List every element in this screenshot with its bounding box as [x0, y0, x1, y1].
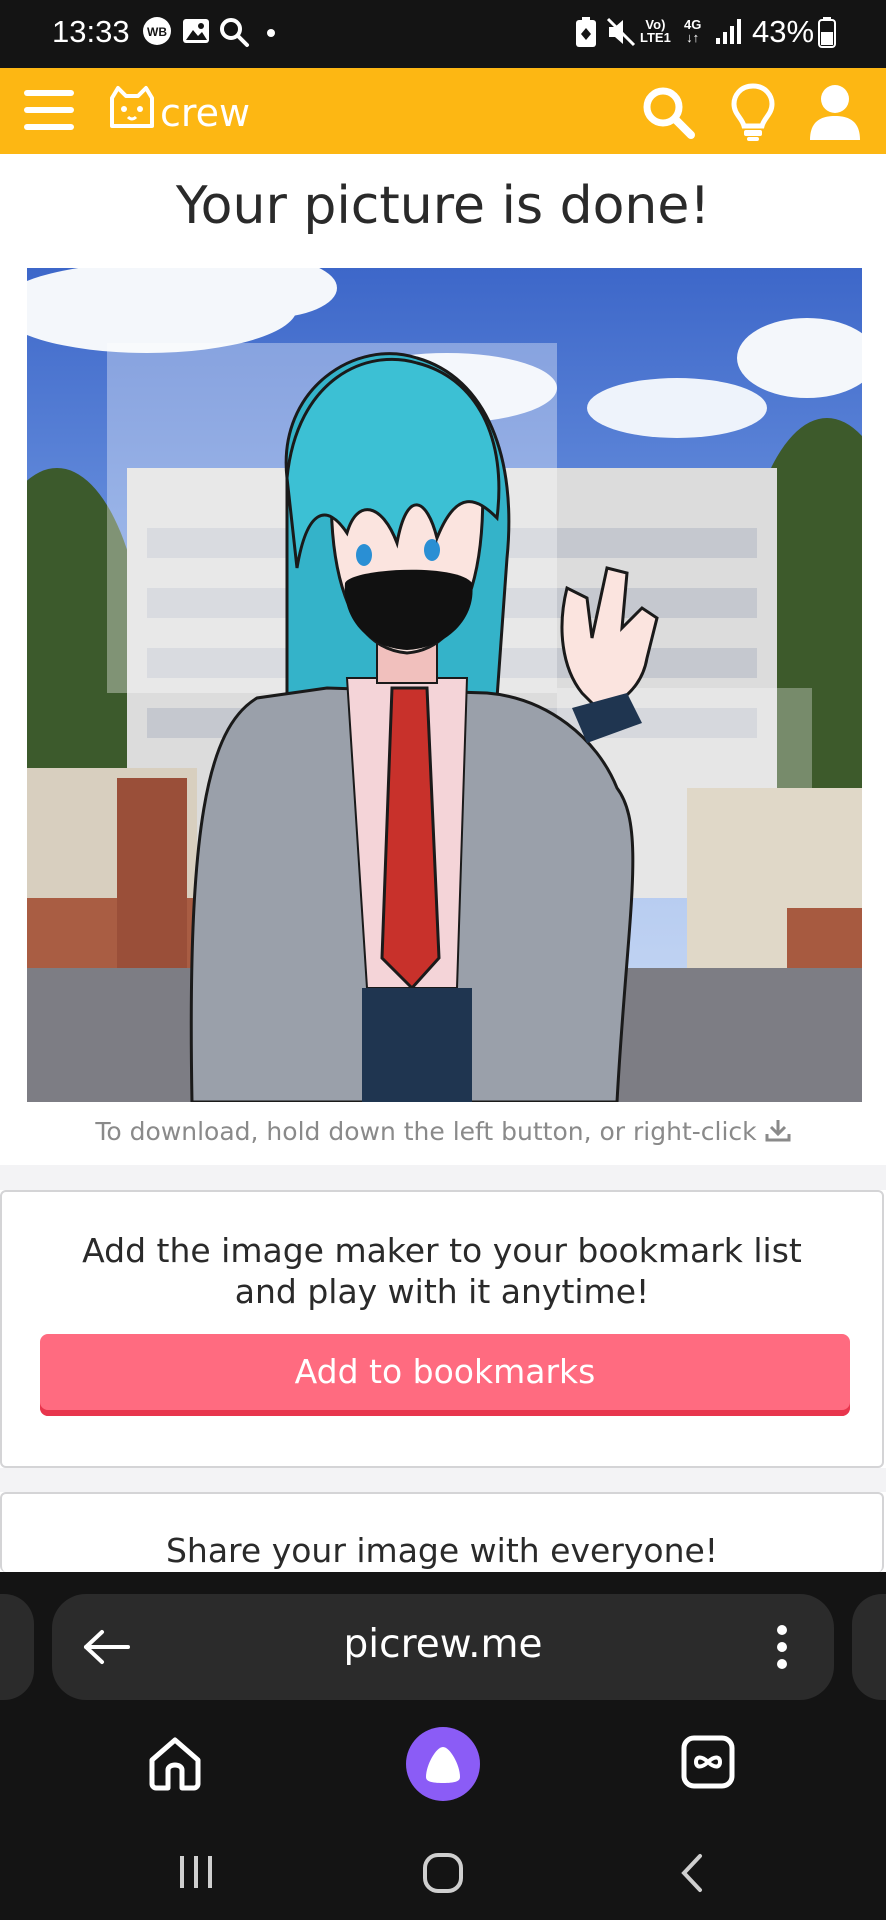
url-bar[interactable]: picrew.me: [52, 1594, 834, 1700]
lightbulb-icon[interactable]: [730, 82, 776, 142]
volte-indicator: Vo) LTE1: [640, 17, 671, 45]
bookmark-text-line1: Add the image maker to your bookmark lis…: [82, 1231, 802, 1270]
wb-icon: WB: [143, 17, 171, 45]
download-hint: To download, hold down the left button, …: [0, 1117, 886, 1146]
svg-text:crew: crew: [160, 91, 250, 135]
home-icon[interactable]: [146, 1734, 204, 1792]
page-title: Your picture is done!: [175, 176, 711, 236]
battery-saver-icon: [576, 17, 596, 47]
battery-percent: 43%: [752, 14, 815, 49]
status-time: 13:33: [52, 14, 130, 49]
search-icon[interactable]: [640, 84, 696, 140]
user-icon[interactable]: [808, 82, 862, 142]
bookmark-text-line2: and play with it anytime!: [234, 1272, 650, 1311]
download-icon: [765, 1120, 791, 1142]
home-circle-icon[interactable]: [422, 1852, 464, 1894]
next-tab-peek[interactable]: [852, 1594, 886, 1700]
more-vertical-icon[interactable]: [776, 1624, 788, 1670]
previous-tab-peek[interactable]: [0, 1594, 34, 1700]
generated-picture[interactable]: [27, 268, 862, 1102]
4g-indicator: 4G ↓↑: [684, 17, 702, 45]
mute-icon: [606, 17, 636, 47]
svg-text:WB: WB: [147, 25, 167, 39]
assistant-button[interactable]: [406, 1727, 480, 1801]
back-chevron-icon[interactable]: [676, 1852, 706, 1894]
section-divider: [0, 1468, 886, 1492]
picrew-logo[interactable]: crew: [104, 82, 278, 140]
add-to-bookmarks-button[interactable]: Add to bookmarks: [40, 1334, 850, 1416]
share-text: Share your image with everyone!: [165, 1531, 719, 1570]
assistant-icon: [426, 1747, 460, 1783]
bookmark-card: Add the image maker to your bookmark lis…: [0, 1190, 884, 1468]
gallery-icon: [183, 19, 209, 43]
battery-icon: [818, 17, 836, 48]
status-bar: 13:33 WB Vo) LTE1 4G ↓↑ 43%: [0, 0, 886, 68]
signal-icon: [716, 19, 741, 44]
avatar-image: [27, 268, 862, 1102]
section-divider: [0, 1165, 886, 1190]
share-card: Share your image with everyone!: [0, 1492, 884, 1572]
browser-bottom-bar: picrew.me: [0, 1572, 886, 1920]
url-text[interactable]: picrew.me: [52, 1622, 834, 1667]
recents-icon[interactable]: [176, 1852, 216, 1892]
search-status-icon: [220, 18, 249, 47]
app-header: crew: [0, 68, 886, 154]
dot-icon: [267, 29, 275, 37]
menu-icon[interactable]: [22, 86, 76, 134]
tabs-icon[interactable]: [680, 1734, 736, 1790]
